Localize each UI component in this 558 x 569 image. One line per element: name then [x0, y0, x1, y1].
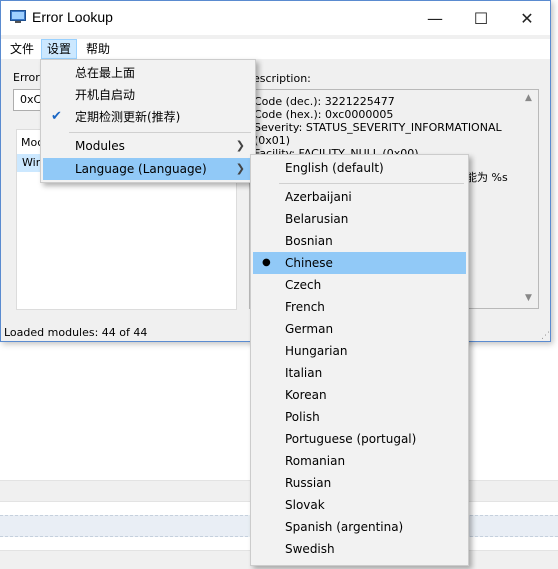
menu-item-language-hungarian[interactable]: Hungarian	[253, 340, 466, 362]
menu-item-language-french[interactable]: French	[253, 296, 466, 318]
status-bar-text: Loaded modules: 44 of 44	[4, 326, 148, 339]
description-scrollbar[interactable]: ▲ ▼	[522, 90, 538, 308]
menu-item-label: Language (Language)	[75, 162, 207, 176]
menu-item-language-azerbaijani[interactable]: Azerbaijani	[253, 186, 466, 208]
menu-file[interactable]: 文件	[5, 39, 39, 59]
menu-bar: 文件 设置 帮助	[1, 39, 550, 59]
menu-item-language[interactable]: Language (Language) ❯	[43, 158, 253, 180]
menu-item-label: Hungarian	[285, 344, 348, 358]
description-line: Severity: STATUS_SEVERITY_INFORMATIONAL	[254, 121, 502, 134]
menu-item-language-czech[interactable]: Czech	[253, 274, 466, 296]
minimize-button[interactable]: —	[412, 1, 458, 35]
menu-item-language-belarusian[interactable]: Belarusian	[253, 208, 466, 230]
menu-item-modules[interactable]: Modules ❯	[43, 135, 253, 157]
chevron-right-icon: ❯	[235, 139, 245, 152]
title-bar[interactable]: Error Lookup — ☐ ✕	[1, 1, 550, 35]
description-tail: 能为 %s	[466, 171, 508, 184]
chevron-right-icon: ❯	[235, 162, 245, 175]
window-title: Error Lookup	[32, 9, 113, 25]
menu-item-label: 开机自启动	[75, 88, 136, 102]
menu-item-label: 总在最上面	[75, 66, 136, 80]
resize-grip-icon[interactable]: ⋰	[541, 331, 550, 341]
menu-item-label: 定期检测更新(推荐)	[75, 110, 181, 124]
menu-item-always-on-top[interactable]: 总在最上面	[43, 62, 253, 84]
menu-item-language-korean[interactable]: Korean	[253, 384, 466, 406]
menu-item-label: Slovak	[285, 498, 325, 512]
menu-item-label: Azerbaijani	[285, 190, 352, 204]
close-button[interactable]: ✕	[504, 1, 550, 35]
menu-item-language-romanian[interactable]: Romanian	[253, 450, 466, 472]
menu-item-english-default[interactable]: English (default)	[253, 157, 466, 179]
menu-item-language-german[interactable]: German	[253, 318, 466, 340]
menu-item-label: Swedish	[285, 542, 335, 556]
menu-item-label: Korean	[285, 388, 327, 402]
menu-settings[interactable]: 设置	[41, 39, 78, 59]
description-label: escription:	[253, 72, 311, 85]
menu-item-autostart[interactable]: 开机自启动	[43, 84, 253, 106]
menu-item-check-updates[interactable]: ✔ 定期检测更新(推荐)	[43, 106, 253, 128]
menu-item-language-slovak[interactable]: Slovak	[253, 494, 466, 516]
menu-item-language-chinese[interactable]: ● Chinese	[253, 252, 466, 274]
menu-item-label: Czech	[285, 278, 322, 292]
menu-separator	[69, 132, 251, 133]
menu-item-language-russian[interactable]: Russian	[253, 472, 466, 494]
menu-item-label: Polish	[285, 410, 320, 424]
menu-item-label: Bosnian	[285, 234, 333, 248]
menu-separator	[279, 183, 464, 184]
checkmark-icon: ✔	[51, 109, 62, 124]
scroll-up-icon[interactable]: ▲	[525, 93, 532, 103]
menu-item-label: Romanian	[285, 454, 346, 468]
menu-item-label: Russian	[285, 476, 332, 490]
menu-item-label: French	[285, 300, 325, 314]
error-code-input[interactable]: 0xC0	[13, 89, 43, 111]
menu-help[interactable]: 帮助	[81, 39, 115, 59]
description-line: Code (dec.): 3221225477	[254, 95, 395, 108]
menu-item-language-portuguese-portugal[interactable]: Portuguese (portugal)	[253, 428, 466, 450]
radio-bullet-icon: ●	[262, 257, 271, 268]
app-monitor-icon	[10, 10, 26, 23]
language-menu: English (default) Azerbaijani Belarusian B…	[250, 154, 469, 566]
menu-item-label: Chinese	[285, 256, 333, 270]
menu-item-label: Portuguese (portugal)	[285, 432, 417, 446]
menu-item-label: German	[285, 322, 334, 336]
description-line: Code (hex.): 0xc0000005	[254, 108, 394, 121]
menu-item-language-spanish-argentina[interactable]: Spanish (argentina)	[253, 516, 466, 538]
menu-item-label: Italian	[285, 366, 323, 380]
menu-item-language-polish[interactable]: Polish	[253, 406, 466, 428]
menu-item-label: Belarusian	[285, 212, 349, 226]
menu-item-label: Modules	[75, 139, 125, 153]
maximize-button[interactable]: ☐	[458, 1, 504, 35]
menu-item-label: English (default)	[285, 161, 384, 175]
settings-menu: 总在最上面 开机自启动 ✔ 定期检测更新(推荐) Modules ❯ Langu…	[40, 59, 256, 183]
menu-item-language-swedish[interactable]: Swedish	[253, 538, 466, 560]
description-line: (0x01)	[254, 134, 291, 147]
menu-item-language-italian[interactable]: Italian	[253, 362, 466, 384]
scroll-down-icon[interactable]: ▼	[525, 293, 532, 303]
menu-item-label: Spanish (argentina)	[285, 520, 404, 534]
menu-item-language-bosnian[interactable]: Bosnian	[253, 230, 466, 252]
error-code-label: Error	[13, 71, 40, 84]
